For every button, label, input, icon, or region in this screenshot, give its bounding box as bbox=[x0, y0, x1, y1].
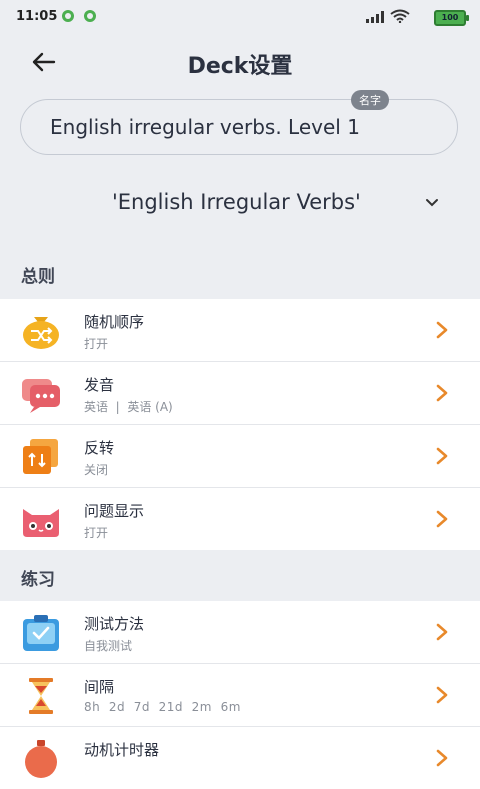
chevron-right-icon bbox=[436, 447, 448, 465]
chevron-right-icon bbox=[436, 623, 448, 641]
battery-icon: 100 bbox=[434, 10, 469, 26]
deck-selector[interactable]: 'English Irregular Verbs' bbox=[0, 186, 480, 220]
setting-motivation-timer[interactable]: 动机计时器 bbox=[0, 727, 480, 789]
setting-value: 8h 2d 7d 21d 2m 6m bbox=[84, 700, 241, 714]
chevron-right-icon bbox=[436, 686, 448, 704]
setting-test-method[interactable]: 测试方法 自我测试 bbox=[0, 601, 480, 664]
general-settings-list: 随机顺序 打开 发音 英语 | 英语 (A) 反转 关闭 问题显示 打开 bbox=[0, 299, 480, 550]
deck-name-value[interactable]: English irregular verbs. Level 1 bbox=[50, 115, 360, 139]
wifi-icon bbox=[390, 9, 410, 23]
setting-random-order[interactable]: 随机顺序 打开 bbox=[0, 299, 480, 362]
reverse-icon bbox=[23, 439, 58, 474]
setting-value: 英语 | 英语 (A) bbox=[84, 398, 173, 415]
setting-question-display[interactable]: 问题显示 打开 bbox=[0, 488, 480, 550]
pronunciation-question-lang: 英语 bbox=[84, 400, 109, 414]
deck-name-field[interactable]: English irregular verbs. Level 1 名字 bbox=[20, 90, 458, 155]
notification-icon bbox=[84, 10, 96, 22]
chevron-down-icon bbox=[426, 199, 438, 207]
setting-title: 间隔 bbox=[84, 678, 115, 696]
header: Deck设置 bbox=[0, 36, 480, 88]
signal-icon bbox=[366, 11, 384, 23]
setting-value: 打开 bbox=[84, 526, 109, 540]
setting-interval[interactable]: 间隔 8h 2d 7d 21d 2m 6m bbox=[0, 664, 480, 727]
setting-value: 自我测试 bbox=[84, 639, 133, 653]
setting-title: 反转 bbox=[84, 439, 115, 457]
cat-face-icon bbox=[23, 509, 59, 537]
practice-settings-list: 测试方法 自我测试 间隔 8h 2d 7d 21d 2m 6m 动机计时器 bbox=[0, 601, 480, 789]
name-badge: 名字 bbox=[351, 90, 389, 110]
setting-title: 随机顺序 bbox=[84, 313, 145, 331]
setting-title: 问题显示 bbox=[84, 502, 145, 520]
status-time: 11:05 bbox=[16, 9, 58, 24]
timer-icon bbox=[25, 740, 57, 778]
setting-pronunciation[interactable]: 发音 英语 | 英语 (A) bbox=[0, 362, 480, 425]
chevron-right-icon bbox=[436, 321, 448, 339]
setting-value: 关闭 bbox=[84, 463, 109, 477]
speech-icon bbox=[22, 379, 60, 413]
chevron-right-icon bbox=[436, 749, 448, 767]
separator: | bbox=[115, 400, 120, 414]
chevron-right-icon bbox=[436, 384, 448, 402]
setting-title: 测试方法 bbox=[84, 615, 145, 633]
chevron-right-icon bbox=[436, 510, 448, 528]
setting-reverse[interactable]: 反转 关闭 bbox=[0, 425, 480, 488]
pronunciation-answer-lang: 英语 (A) bbox=[127, 400, 173, 414]
section-title-general: 总则 bbox=[21, 267, 55, 287]
section-title-practice: 练习 bbox=[21, 570, 55, 590]
setting-title: 发音 bbox=[84, 376, 115, 394]
hourglass-icon bbox=[29, 678, 53, 714]
clipboard-icon bbox=[23, 615, 59, 651]
notification-icon bbox=[62, 10, 74, 22]
deck-selector-label: 'English Irregular Verbs' bbox=[112, 190, 361, 214]
page-title: Deck设置 bbox=[187, 54, 293, 79]
setting-value: 打开 bbox=[84, 337, 109, 351]
status-bar: 11:05 100 bbox=[0, 0, 480, 34]
shuffle-icon bbox=[23, 317, 59, 349]
